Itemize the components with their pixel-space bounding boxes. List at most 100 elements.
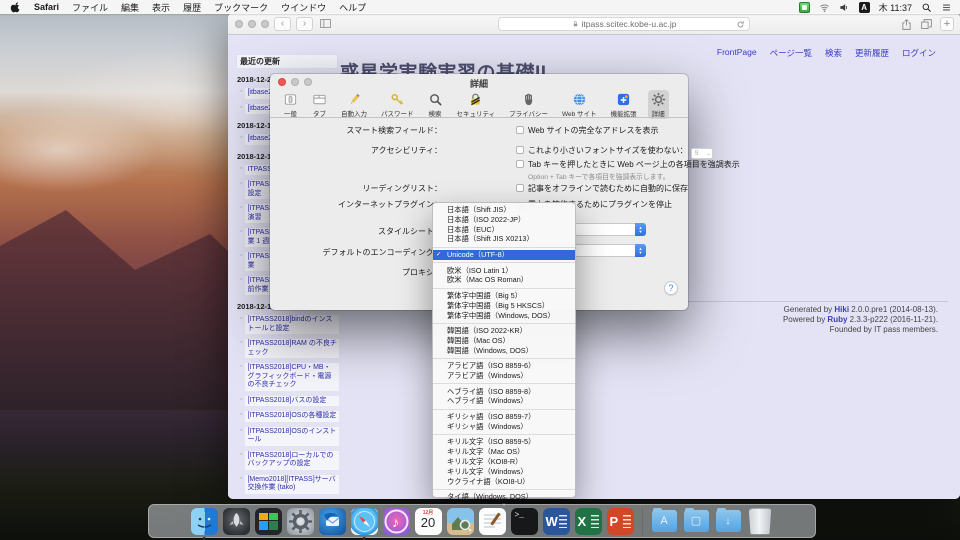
volume-icon[interactable] [839,2,850,13]
prefs-tab-セキュリティ[interactable]: セキュリティ [454,90,499,119]
encoding-option[interactable]: 韓国語（Mac OS） [433,336,575,346]
prefs-tab-検索[interactable]: 検索 [425,90,446,119]
ruby-link[interactable]: Ruby [827,315,847,324]
menu-ファイル[interactable]: ファイル [72,1,108,14]
encoding-option[interactable]: 日本語（Shift JIS） [433,205,575,215]
encoding-option[interactable]: ✓Unicode（UTF-8） [433,250,575,260]
help-button[interactable]: ? [664,281,678,295]
tab-highlight-checkbox[interactable] [516,160,524,168]
encoding-option[interactable]: ヘブライ語（Windows） [433,396,575,406]
encoding-option[interactable]: 欧米（Mac OS Roman） [433,275,575,285]
sidebar-link[interactable]: [ITPASS2018]OSの各種設定 [244,410,340,423]
reload-icon[interactable] [736,20,745,29]
dock-word-icon[interactable]: W [543,508,570,535]
encoding-option[interactable]: 日本語（ISO 2022-JP） [433,215,575,225]
encoding-option[interactable]: ヘブライ語（ISO 8859-8） [433,387,575,397]
encoding-option[interactable]: 欧米（ISO Latin 1） [433,266,575,276]
prefs-tab-自動入力[interactable]: 自動入力 [338,90,370,119]
wifi-icon[interactable] [819,2,830,13]
encoding-option[interactable]: キリル文字（KOI8-R） [433,457,575,467]
nav-link-ページ一覧[interactable]: ページ一覧 [770,47,812,59]
dock-app-grid-icon[interactable] [255,508,282,535]
tab-overview-icon[interactable] [920,18,933,31]
encoding-option[interactable]: ウクライナ語（KOI8-U） [433,477,575,487]
dock-system-preferences-icon[interactable] [287,508,314,535]
prefs-tab-機能拡張[interactable]: 機能拡張 [608,90,640,119]
prefs-tab-パスワード[interactable]: パスワード [378,90,417,119]
encoding-option[interactable]: 韓国語（Windows, DOS） [433,346,575,356]
menu-ウインドウ[interactable]: ウインドウ [281,1,326,14]
dock-calendar-icon[interactable]: 12月20 [415,508,442,535]
nav-link-更新履歴[interactable]: 更新履歴 [855,47,889,59]
encoding-option[interactable]: 繁体字中国語（Big 5） [433,291,575,301]
prefs-tab-Web サイト[interactable]: Web サイト [559,90,600,119]
new-tab-button[interactable]: + [940,17,954,31]
dock-textedit-icon[interactable] [479,508,506,535]
menu-表示[interactable]: 表示 [152,1,170,14]
sidebar-link[interactable]: [ITPASS2018]bindのインストールと設定 [244,314,340,335]
encoding-option[interactable]: 日本語（EUC） [433,225,575,235]
menu-履歴[interactable]: 履歴 [183,1,201,14]
address-bar[interactable]: itpass.scitec.kobe-u.ac.jp [498,17,750,31]
encoding-option[interactable]: ギリシャ語（ISO 8859-7） [433,412,575,422]
encoding-option[interactable]: アラビア語（ISO 8859-6） [433,361,575,371]
sidebar-link[interactable]: [ITPASS2018]ローカルでのバックアップの設定 [244,450,340,471]
nav-link-ログイン[interactable]: ログイン [902,47,936,59]
menu-bar-clock[interactable]: 木 11:37 [879,1,912,14]
sidebar-link[interactable]: [ITPASS2018]RAM の不良チェック [244,338,340,359]
offline-save-checkbox[interactable] [516,184,524,192]
encoding-option[interactable]: キリル文字（Windows） [433,467,575,477]
nav-link-検索[interactable]: 検索 [825,47,842,59]
input-source-icon[interactable]: A [859,2,870,13]
dock-powerpoint-icon[interactable]: P [607,508,634,535]
menu-Safari[interactable]: Safari [34,2,59,12]
dock-safari-icon[interactable] [351,508,378,535]
dock-itunes-icon[interactable]: ♪ [383,508,410,535]
status-app-icon[interactable] [799,2,810,13]
encoding-option[interactable]: 繁体字中国語（Windows, DOS） [433,311,575,321]
dock-launchpad-icon[interactable] [223,508,250,535]
font-size-select[interactable]: 9⌄ [691,148,713,159]
forward-button[interactable]: › [296,17,313,31]
encoding-option[interactable]: ギリシャ語（Windows） [433,422,575,432]
dock-preview-icon[interactable] [447,508,474,535]
back-button[interactable]: ‹ [274,17,291,31]
dock-folder-downloads-icon[interactable]: ↓ [715,508,742,535]
encoding-option[interactable]: 繁体字中国語（Big 5 HKSCS） [433,301,575,311]
sidebar-link[interactable]: [ITPASS2018]CPU・MB・グラフィックボード・電源の不良チェック [244,362,340,392]
show-full-address-checkbox[interactable] [516,126,524,134]
sidebar-link[interactable]: [Memo2018][ITPASS]サーバ交換作業 (tako) [244,474,340,495]
share-icon[interactable] [900,18,913,31]
hiki-link[interactable]: Hiki [834,305,849,314]
prefs-tab-詳細[interactable]: 詳細 [648,90,669,119]
dock-trash-icon[interactable] [747,508,774,535]
dock-terminal-icon[interactable]: >_ [511,508,538,535]
encoding-option[interactable]: キリル文字（Mac OS） [433,447,575,457]
encoding-option[interactable]: タイ語（Windows, DOS） [433,492,575,502]
encoding-option[interactable]: 日本語（Shift JIS X0213） [433,234,575,244]
nav-link-FrontPage[interactable]: FrontPage [717,47,757,59]
minimize-button[interactable] [248,20,256,28]
encoding-option[interactable]: 韓国語（ISO 2022-KR） [433,326,575,336]
menu-ブックマーク[interactable]: ブックマーク [214,1,268,14]
dock-excel-icon[interactable]: X [575,508,602,535]
sidebar-link[interactable]: [ITPASS2018]OSのインストール [244,426,340,447]
notification-center-icon[interactable] [941,2,952,13]
prefs-tab-プライバシー[interactable]: プライバシー [506,90,551,119]
dock-folder-applications-icon[interactable]: A [651,508,678,535]
zoom-button[interactable] [261,20,269,28]
sidebar-link[interactable]: [ITPASS2018]バスの設定 [244,395,340,408]
close-button[interactable] [235,20,243,28]
dock-folder-documents-icon[interactable]: ▢ [683,508,710,535]
spotlight-icon[interactable] [921,2,932,13]
dock-thunderbird-icon[interactable] [319,508,346,535]
menu-編集[interactable]: 編集 [121,1,139,14]
dock-finder-icon[interactable] [191,508,218,535]
prefs-tab-一般[interactable]: 一般 [280,90,301,119]
apple-menu-icon[interactable] [10,2,21,13]
sidebar-toggle-icon[interactable] [319,17,332,30]
min-font-size-checkbox[interactable] [516,146,524,154]
encoding-option[interactable]: アラビア語（Windows） [433,371,575,381]
encoding-option[interactable]: キリル文字（ISO 8859-5） [433,437,575,447]
prefs-tab-タブ[interactable]: タブ [309,90,330,119]
